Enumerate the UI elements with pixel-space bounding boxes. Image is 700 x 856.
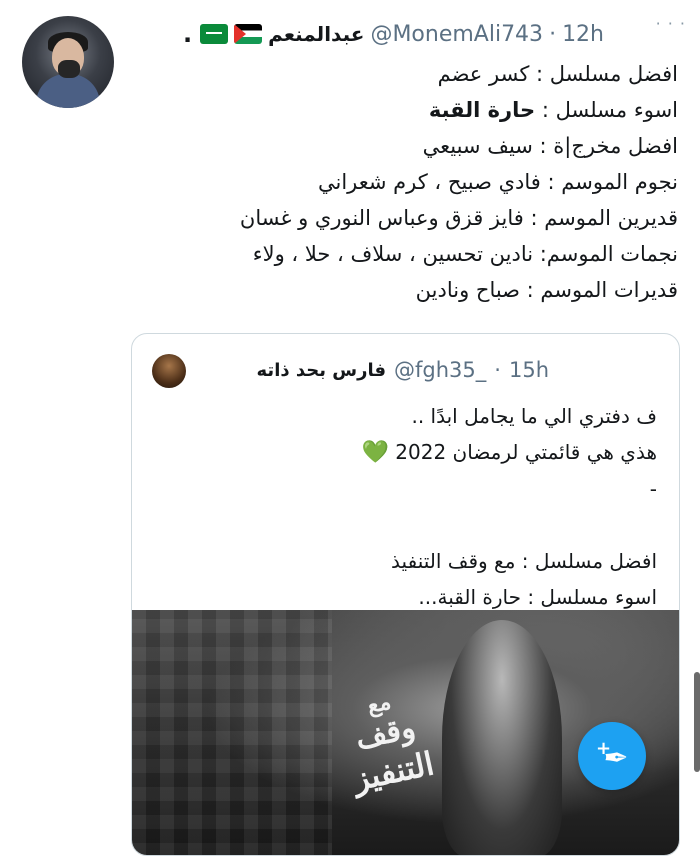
quote-line: - xyxy=(649,477,657,501)
green-heart-icon: 💚 xyxy=(361,440,389,465)
avatar-hand xyxy=(58,60,80,78)
palestine-flag-icon xyxy=(234,24,263,44)
worst-series-bold: حارة القبة xyxy=(428,98,536,122)
tweet-line: قديرين الموسم : فايز قزق وعباس النوري و … xyxy=(239,206,678,230)
author-avatar[interactable] xyxy=(22,16,114,108)
more-icon[interactable]: · · · xyxy=(656,14,686,33)
quote-line-heart: هذي هي قائمتي لرمضان 2022 💚 xyxy=(147,434,657,471)
separator: · xyxy=(549,21,557,47)
compose-tweet-button[interactable]: + ✒ xyxy=(578,722,646,790)
tweet-line: نجوم الموسم : فادي صبيح ، كرم شعراني xyxy=(318,170,678,194)
tweet-line: اسوء مسلسل : xyxy=(541,98,678,122)
image-background xyxy=(132,610,332,855)
tweet-line: قديرات الموسم : صباح ونادين xyxy=(415,278,678,302)
quote-line: هذي هي قائمتي لرمضان 2022 xyxy=(395,440,657,464)
quoted-tweet-text: ف دفتري الي ما يجامل ابدًا .. هذي هي قائ… xyxy=(147,398,657,615)
quoted-tweet-header: فارس بحد ذاته @fgh35_ · 15h xyxy=(257,352,549,388)
quote-line: افضل مسلسل : مع وقف التنفيذ xyxy=(391,549,657,573)
tweet-line: افضل مخرج|ة : سيف سبيعي xyxy=(422,134,678,158)
saudi-flag-icon xyxy=(200,24,229,44)
quoted-separator: · xyxy=(494,358,501,382)
image-overlay-title: مع وقف التنفيز xyxy=(323,680,452,803)
tweet-line: نجمات الموسم: نادين تحسين ، سلاف ، حلا ،… xyxy=(252,242,678,266)
tweet-text: افضل مسلسل : كسر عضم اسوء مسلسل : حارة ا… xyxy=(138,56,678,308)
author-handle[interactable]: @MonemAli743 xyxy=(370,22,543,47)
plus-icon: + xyxy=(596,738,612,759)
avatar-body xyxy=(36,74,100,108)
tweet-line: افضل مسلسل : كسر عضم xyxy=(437,62,678,86)
name-dot: . xyxy=(183,20,193,48)
quoted-author-name[interactable]: فارس بحد ذاته xyxy=(257,360,387,381)
quoted-author-avatar[interactable] xyxy=(152,354,186,388)
tweet-header: . عبدالمنعم @MonemAli743 · 12h xyxy=(183,16,604,52)
tweet-line-worst: اسوء مسلسل : حارة القبة xyxy=(138,92,678,128)
quoted-author-handle[interactable]: @fgh35_ xyxy=(394,358,486,382)
quote-line: ف دفتري الي ما يجامل ابدًا .. xyxy=(411,404,657,428)
tweet-time[interactable]: 12h xyxy=(562,22,604,47)
quoted-tweet-time[interactable]: 15h xyxy=(509,358,549,382)
author-name[interactable]: عبدالمنعم xyxy=(268,22,364,46)
scrollbar[interactable] xyxy=(694,672,700,772)
quote-line xyxy=(147,507,657,543)
image-figure xyxy=(442,620,562,855)
